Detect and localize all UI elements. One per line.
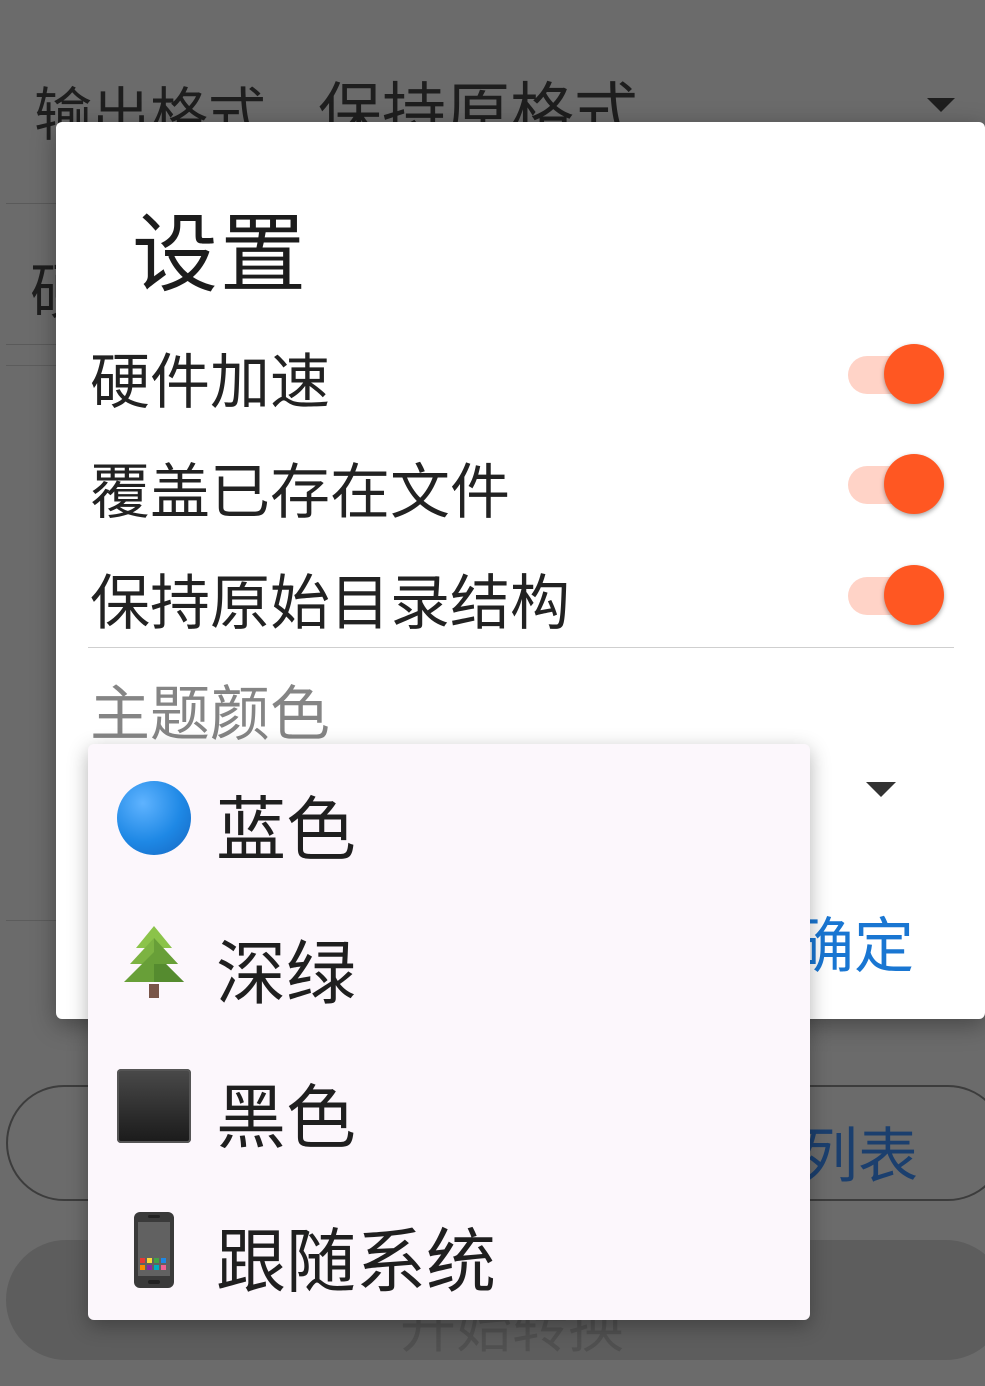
toggle-thumb (884, 565, 944, 625)
setting-keep-directory-structure[interactable]: 保持原始目录结构 (90, 543, 952, 643)
overwrite-existing-toggle[interactable] (848, 454, 944, 514)
menu-item-label: 黑色 (216, 1077, 356, 1159)
menu-item-dark-green[interactable]: 深绿 (88, 888, 810, 1032)
mobile-phone-icon (114, 1210, 194, 1290)
setting-hardware-acceleration[interactable]: 硬件加速 (90, 322, 952, 422)
menu-item-label: 蓝色 (216, 789, 356, 871)
list-button-label: 列表 (798, 1122, 918, 1192)
menu-item-follow-system[interactable]: 跟随系统 (88, 1176, 810, 1320)
theme-dropdown-menu: 蓝色 深绿 黑色 跟随系统 (88, 744, 810, 1320)
setting-label: 保持原始目录结构 (90, 569, 570, 639)
dropdown-arrow-icon (927, 98, 955, 112)
menu-item-label: 深绿 (216, 933, 356, 1015)
toggle-thumb (884, 344, 944, 404)
setting-label: 硬件加速 (90, 348, 330, 418)
hardware-acceleration-toggle[interactable] (848, 344, 944, 404)
blue-circle-icon (114, 778, 194, 858)
setting-label: 覆盖已存在文件 (90, 458, 510, 528)
menu-item-black[interactable]: 黑色 (88, 1032, 810, 1176)
menu-item-blue[interactable]: 蓝色 (88, 744, 810, 888)
keep-directory-structure-toggle[interactable] (848, 565, 944, 625)
black-square-icon (114, 1066, 194, 1146)
setting-overwrite-existing[interactable]: 覆盖已存在文件 (90, 432, 952, 532)
divider (88, 647, 954, 648)
dialog-title: 设置 (132, 205, 308, 305)
evergreen-tree-icon (114, 922, 194, 1002)
theme-color-label: 主题颜色 (90, 680, 330, 750)
menu-item-label: 跟随系统 (216, 1221, 496, 1303)
toggle-thumb (884, 454, 944, 514)
theme-select-arrow-icon[interactable] (866, 782, 896, 797)
confirm-button[interactable]: 确定 (794, 898, 914, 985)
